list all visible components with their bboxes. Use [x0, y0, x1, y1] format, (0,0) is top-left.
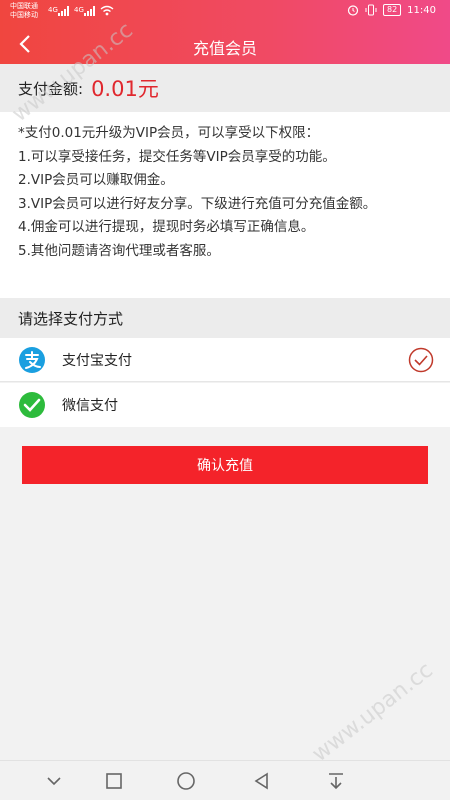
back-triangle-icon[interactable] — [252, 771, 272, 791]
status-bar: 中国联通 中国移动 4G 4G 82 11:40 — [0, 0, 450, 24]
vibrate-icon — [365, 4, 377, 16]
payment-option-label: 微信支付 — [62, 398, 118, 414]
chevron-down-icon[interactable] — [44, 771, 64, 791]
privileges-description: *支付0.01元升级为VIP会员，可以享受以下权限： 1.可以享受接任务，提交任… — [0, 112, 450, 298]
amount-value: 0.01元 — [91, 77, 159, 101]
description-line: 1.可以享受接任务，提交任务等VIP会员享受的功能。 — [18, 148, 336, 165]
system-navigation-bar — [0, 760, 450, 800]
signal-icon — [58, 6, 69, 16]
status-right: 82 11:40 — [347, 4, 436, 16]
check-circle-icon[interactable] — [408, 347, 434, 373]
carrier-2: 中国移动 — [10, 11, 38, 19]
nav-bar: 充值会员 — [0, 24, 450, 64]
clock: 11:40 — [407, 4, 436, 16]
payment-option-alipay[interactable]: 支付宝支付 — [0, 338, 450, 382]
carrier-labels: 中国联通 中国移动 — [10, 2, 38, 20]
description-line: 4.佣金可以进行提现，提现时务必填写正确信息。 — [18, 219, 315, 235]
description-line: 2.VIP会员可以赚取佣金。 — [18, 172, 174, 188]
payment-method-header: 请选择支付方式 — [0, 298, 450, 338]
wechat-icon — [19, 392, 45, 418]
description-line: 3.VIP会员可以进行好友分享。下级进行充值可分充值金额。 — [18, 195, 377, 212]
recent-apps-icon[interactable] — [104, 771, 124, 791]
signal-1-label: 4G — [48, 6, 58, 14]
payment-option-wechat[interactable]: 微信支付 — [0, 383, 450, 427]
payment-option-label: 支付宝支付 — [62, 352, 132, 369]
signal-icon — [84, 6, 95, 16]
confirm-recharge-button[interactable]: 确认充值 — [22, 446, 428, 484]
battery-indicator: 82 — [382, 4, 402, 16]
home-icon[interactable] — [176, 771, 196, 791]
amount-label: 支付金额: — [18, 79, 84, 98]
amount-row: 支付金额: 0.01元 — [0, 64, 450, 112]
notification-pulldown-icon[interactable] — [326, 771, 346, 791]
alipay-icon — [19, 347, 45, 373]
carrier-1: 中国联通 — [10, 2, 38, 10]
watermark-text: www.upan.cc — [307, 657, 438, 768]
signal-2-label: 4G — [74, 6, 84, 14]
description-line: *支付0.01元升级为VIP会员，可以享受以下权限： — [18, 125, 320, 141]
page-title: 充值会员 — [192, 39, 257, 58]
alarm-icon — [347, 5, 359, 16]
description-line: 5.其他问题请咨询代理或者客服。 — [18, 242, 220, 259]
wifi-icon — [100, 5, 114, 16]
